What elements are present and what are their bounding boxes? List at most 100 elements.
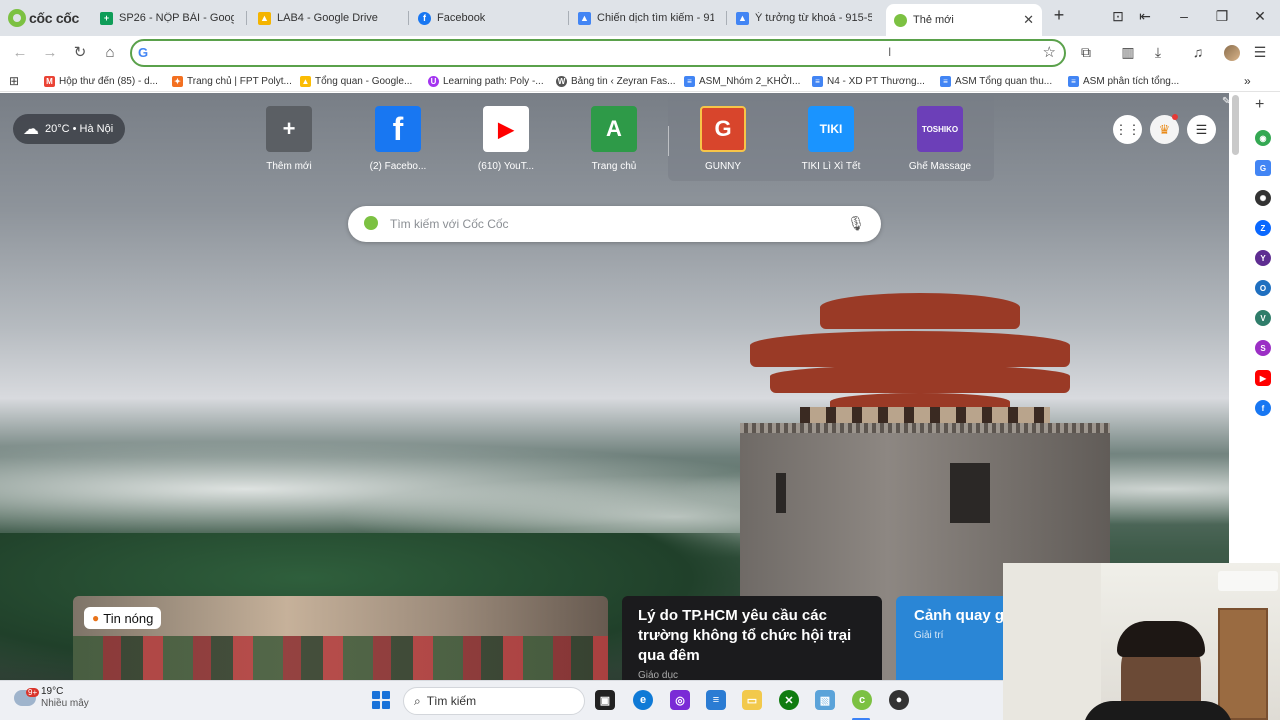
tab-y-tuong[interactable]: ▲ Ý tưởng từ khoá - 915-58 [728, 5, 880, 31]
sheets-icon: + [100, 11, 113, 25]
weather-widget[interactable]: ☁ 20°C • Hà Nội [13, 114, 126, 144]
taskbar-weather[interactable]: 9+ 19°C Nhiều mây [14, 686, 89, 710]
profile-y-icon[interactable]: Y [1255, 250, 1271, 266]
notepad-icon[interactable]: ≡ [706, 690, 726, 710]
reload-button[interactable]: ↻ [70, 43, 90, 63]
shortcut-gunny[interactable]: G GUNNY [675, 106, 771, 172]
more-bookmarks-icon[interactable]: » [1244, 73, 1251, 89]
maximize-button[interactable]: ❐ [1212, 8, 1232, 25]
shortcut-add[interactable]: + Thêm mới [241, 106, 337, 172]
extensions-icon[interactable]: ⧉ [1076, 44, 1096, 61]
microphone-icon[interactable]: 🎙 [847, 215, 865, 232]
shortcut-label: Trang chủ [591, 161, 637, 172]
profile-o-icon[interactable]: O [1255, 280, 1271, 296]
tab-chien-dich[interactable]: ▲ Chiến dịch tìm kiếm - 915 [570, 5, 722, 31]
bookmark-star-icon[interactable]: ☆ [1043, 43, 1056, 61]
apps-grid-icon[interactable]: ⊞ [9, 73, 19, 89]
shortcut-youtube[interactable]: ▶ (610) YouT... [458, 106, 554, 172]
tab-facebook[interactable]: f Facebook [410, 5, 570, 31]
taskbar-search[interactable]: ⌕ Tìm kiếm [403, 687, 585, 715]
bookmark-item[interactable]: ✦ Trang chủ | FPT Polyt... [172, 73, 292, 89]
tiki-icon: TIKI [808, 106, 854, 152]
bookmark-item[interactable]: ≡ N4 - XD PT Thương... [812, 73, 925, 89]
search-input[interactable] [390, 215, 830, 233]
webcam-person [1117, 621, 1205, 657]
edit-shortcuts-icon[interactable]: ✎ [1222, 96, 1229, 107]
tab-search-icon[interactable]: ⊡ [1108, 8, 1128, 25]
menu-icon[interactable]: ☰ [1250, 44, 1270, 61]
windows-start-icon[interactable] [372, 691, 390, 709]
minimize-button[interactable]: – [1174, 8, 1194, 24]
browser-toolbar: ← → ↻ ⌂ G I ☆ ⧉ ▥ ⤓ ♫ ☰ [0, 36, 1280, 70]
back-button[interactable]: ← [10, 43, 30, 63]
tab-title: Facebook [437, 12, 486, 24]
shortcut-toshiko[interactable]: TOSHIKO Ghế Massage [892, 106, 988, 172]
profile-s-icon[interactable]: S [1255, 340, 1271, 356]
news-card-2[interactable]: Lý do TP.HCM yêu cầu các trường không tổ… [622, 596, 882, 680]
tab-sp26[interactable]: + SP26 - NỘP BÀI - Google [92, 5, 242, 31]
bookmark-item[interactable]: ≡ ASM phân tích tổng... [1068, 73, 1179, 89]
search-box[interactable]: 🎙 [348, 206, 881, 242]
bookmark-item[interactable]: M Hộp thư đến (85) - d... [44, 73, 158, 89]
profile-avatar[interactable] [1224, 45, 1240, 61]
apps-grid-button[interactable]: ⋮⋮ [1113, 115, 1142, 144]
facebook-icon[interactable]: f [1255, 400, 1271, 416]
shortcut-tiki[interactable]: TIKI TIKI Lì Xì Tết [783, 106, 879, 172]
bookmark-item[interactable]: ≡ ASM Tổng quan thu... [940, 73, 1052, 89]
youtube-icon[interactable]: ▶ [1255, 370, 1271, 386]
gunny-icon: G [700, 106, 746, 152]
game-icon[interactable]: ◉ [1255, 130, 1271, 146]
brand-logo[interactable]: cốc cốc [8, 8, 79, 28]
media-control-icon[interactable]: ♫ [1188, 44, 1208, 60]
close-window-button[interactable]: ✕ [1250, 8, 1270, 25]
search-icon: ⌕ [414, 693, 421, 708]
text-cursor-icon: I [888, 45, 892, 59]
download-icon[interactable]: ⤓ [1148, 44, 1168, 61]
google-ads-icon: ▲ [736, 11, 749, 25]
add-sidebar-app-icon[interactable]: + [1255, 96, 1264, 114]
taskbar-search-label: Tìm kiếm [426, 694, 477, 708]
home-button[interactable]: ⌂ [100, 43, 120, 63]
edge-icon[interactable]: e [633, 690, 653, 710]
drive-icon: ▲ [258, 11, 271, 25]
photos-icon[interactable]: ▧ [815, 690, 835, 710]
chatgpt-icon[interactable]: ✺ [1255, 190, 1271, 206]
customize-button[interactable]: ☰ [1187, 115, 1216, 144]
shortcut-facebook[interactable]: f (2) Facebo... [350, 106, 446, 172]
back-tab-icon[interactable]: ⇤ [1135, 8, 1155, 25]
news-card-3[interactable]: Cảnh quay gá hoa hậu Giải trí [896, 596, 1006, 680]
news-card-hot[interactable]: ● Tin nóng [73, 596, 608, 680]
translate-icon[interactable]: G [1255, 160, 1271, 176]
taskbar-temp: 19°C [41, 686, 64, 697]
news-category: Giáo dục [638, 670, 679, 680]
bookmark-label: Tổng quan - Google... [315, 75, 413, 87]
tab-title: Thẻ mới [913, 14, 954, 26]
zalo-icon[interactable]: Z [1255, 220, 1271, 236]
split-view-icon[interactable]: ▥ [1118, 44, 1138, 61]
xbox-icon[interactable]: ✕ [779, 690, 799, 710]
bookmark-item[interactable]: W Bảng tin ‹ Zeyran Fas... [556, 73, 676, 89]
bookmark-item[interactable]: U Learning path: Poly -... [428, 73, 544, 89]
close-tab-icon[interactable]: ✕ [1023, 12, 1034, 28]
copilot-icon[interactable]: ◎ [670, 690, 690, 710]
address-bar[interactable]: G I ☆ [130, 39, 1066, 67]
app-icon[interactable]: ● [889, 690, 909, 710]
tab-title: LAB4 - Google Drive [277, 12, 378, 24]
coccoc-taskbar-icon[interactable]: c [852, 690, 872, 710]
brand-name: cốc cốc [29, 10, 80, 26]
bookmark-item[interactable]: ≡ ASM_Nhóm 2_KHỞI... [684, 73, 800, 89]
new-tab-button[interactable]: + [1049, 5, 1069, 26]
profile-v-icon[interactable]: V [1255, 310, 1271, 326]
bookmark-item[interactable]: ▲ Tổng quan - Google... [300, 73, 412, 89]
trang-chu-icon: A [591, 106, 637, 152]
tab-separator [408, 11, 409, 25]
file-explorer-icon[interactable]: ▭ [742, 690, 762, 710]
tab-the-moi[interactable]: Thẻ mới ✕ [886, 4, 1042, 36]
shortcut-trang-chu[interactable]: A Trang chủ [566, 106, 662, 172]
flame-icon: ● [92, 611, 100, 625]
task-view-icon[interactable]: ▣ [595, 690, 615, 710]
forward-button[interactable]: → [40, 43, 60, 63]
tab-lab4[interactable]: ▲ LAB4 - Google Drive [250, 5, 410, 31]
scrollbar[interactable] [1232, 95, 1239, 155]
news-category: Giải trí [914, 630, 944, 641]
